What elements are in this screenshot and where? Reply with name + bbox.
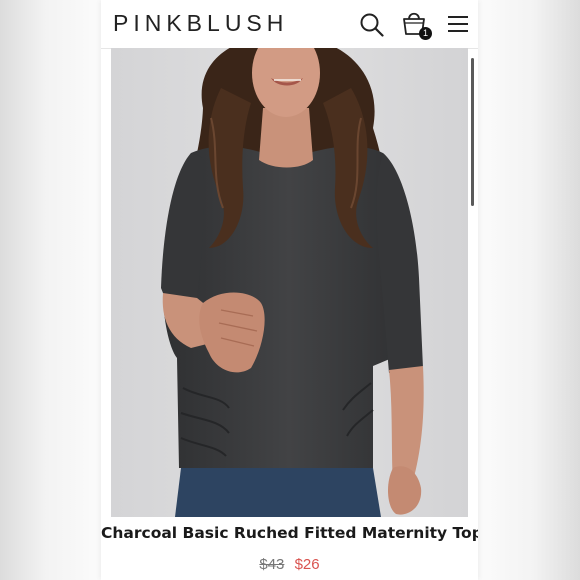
sale-price: $26	[294, 556, 320, 573]
site-header: PINKBLUSH 1	[101, 0, 478, 49]
original-price: $43	[259, 556, 285, 573]
product-title: Charcoal Basic Ruched Fitted Maternity T…	[101, 524, 478, 542]
price-row: $43 $26	[101, 556, 478, 573]
brand-logo[interactable]: PINKBLUSH	[113, 10, 288, 37]
shopping-bag-icon[interactable]: 1	[400, 10, 432, 40]
product-page: PINKBLUSH 1 Charcoal Basic Ruched Fitted…	[101, 0, 478, 580]
cart-count-badge: 1	[419, 27, 432, 40]
product-image[interactable]	[111, 48, 468, 517]
menu-icon[interactable]	[447, 15, 469, 37]
search-icon[interactable]	[359, 12, 385, 42]
scrollbar[interactable]	[471, 58, 474, 206]
